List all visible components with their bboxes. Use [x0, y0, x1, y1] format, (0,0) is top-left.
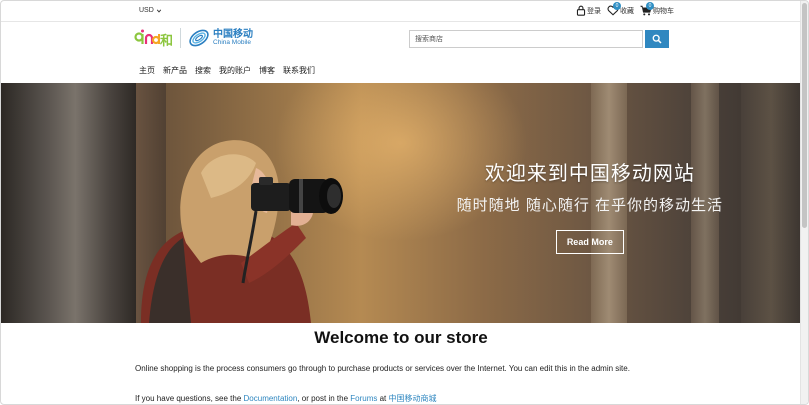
- nav-item-search[interactable]: 搜索: [195, 65, 211, 76]
- currency-selector[interactable]: USD: [139, 7, 162, 14]
- help-text-mid: , or post in the: [297, 394, 351, 403]
- hero-title: 欢迎来到中国移动网站: [484, 163, 695, 185]
- nav-item-new-products[interactable]: 新产品: [163, 65, 187, 76]
- search-button[interactable]: [645, 30, 669, 48]
- intro-paragraph: Online shopping is the process consumers…: [135, 364, 630, 373]
- chevron-down-icon: [156, 9, 161, 13]
- he-logo-mark: [134, 29, 160, 45]
- cart-count-badge: 0: [646, 2, 654, 10]
- read-more-button[interactable]: Read More: [555, 230, 624, 254]
- china-mobile-en: China Mobile: [213, 38, 251, 46]
- login-label: 登录: [587, 7, 601, 15]
- site-logo[interactable]: 和 中国移动 China Mobile: [134, 27, 253, 49]
- china-mobile-logo: 中国移动 China Mobile: [188, 27, 253, 49]
- he-logo: 和: [134, 29, 173, 47]
- favorites-link[interactable]: 0 收藏: [607, 2, 634, 16]
- search-input[interactable]: [409, 30, 643, 48]
- scrollbar-thumb[interactable]: [802, 3, 807, 228]
- documentation-link[interactable]: Documentation: [244, 394, 298, 403]
- main-nav: 主页 新产品 搜索 我的账户 博客 联系我们: [139, 65, 315, 76]
- nav-item-home[interactable]: 主页: [139, 65, 155, 76]
- nav-item-my-account[interactable]: 我的账户: [219, 65, 251, 76]
- forums-link[interactable]: Forums: [350, 394, 377, 403]
- search-icon: [652, 34, 662, 44]
- login-link[interactable]: 登录: [576, 5, 601, 16]
- logo-divider: [180, 28, 182, 48]
- cart-label: 购物车: [653, 7, 674, 15]
- browser-window: USD 登录 0 收藏 0 购物车 和 中国移动 China Mobile 搜索…: [0, 0, 809, 405]
- store-link[interactable]: 中国移动商城: [389, 394, 437, 403]
- tree-trunk: [741, 83, 801, 323]
- search-bar: [409, 30, 669, 48]
- nav-item-contact-us[interactable]: 联系我们: [283, 65, 315, 76]
- hero-subtitle: 随时随地 随心随行 在乎你的移动生活: [456, 197, 723, 214]
- vertical-scrollbar[interactable]: [800, 1, 808, 404]
- help-paragraph: If you have questions, see the Documenta…: [135, 393, 675, 404]
- welcome-heading: Welcome to our store: [314, 328, 488, 347]
- lock-icon: [576, 5, 586, 16]
- favorites-count-badge: 0: [613, 2, 621, 10]
- help-text-prefix: If you have questions, see the: [135, 394, 244, 403]
- nav-item-blog[interactable]: 博客: [259, 65, 275, 76]
- favorites-label: 收藏: [620, 7, 634, 15]
- hero-text: 欢迎来到中国移动网站 随时随地 随心随行 在乎你的移动生活 Read More: [457, 157, 723, 254]
- currency-label: USD: [139, 7, 154, 14]
- he-logo-text: 和: [160, 33, 174, 48]
- top-bar: USD 登录 0 收藏 0 购物车: [1, 1, 801, 22]
- cart-link[interactable]: 0 购物车: [640, 2, 674, 16]
- site-header: 和 中国移动 China Mobile: [1, 23, 801, 59]
- photographer-image: [141, 140, 343, 323]
- help-text-at: at: [377, 394, 389, 403]
- hero-banner: 欢迎来到中国移动网站 随时随地 随心随行 在乎你的移动生活 Read More: [1, 83, 801, 323]
- china-mobile-swirl-icon: [189, 29, 209, 47]
- tree-trunk: [1, 83, 136, 323]
